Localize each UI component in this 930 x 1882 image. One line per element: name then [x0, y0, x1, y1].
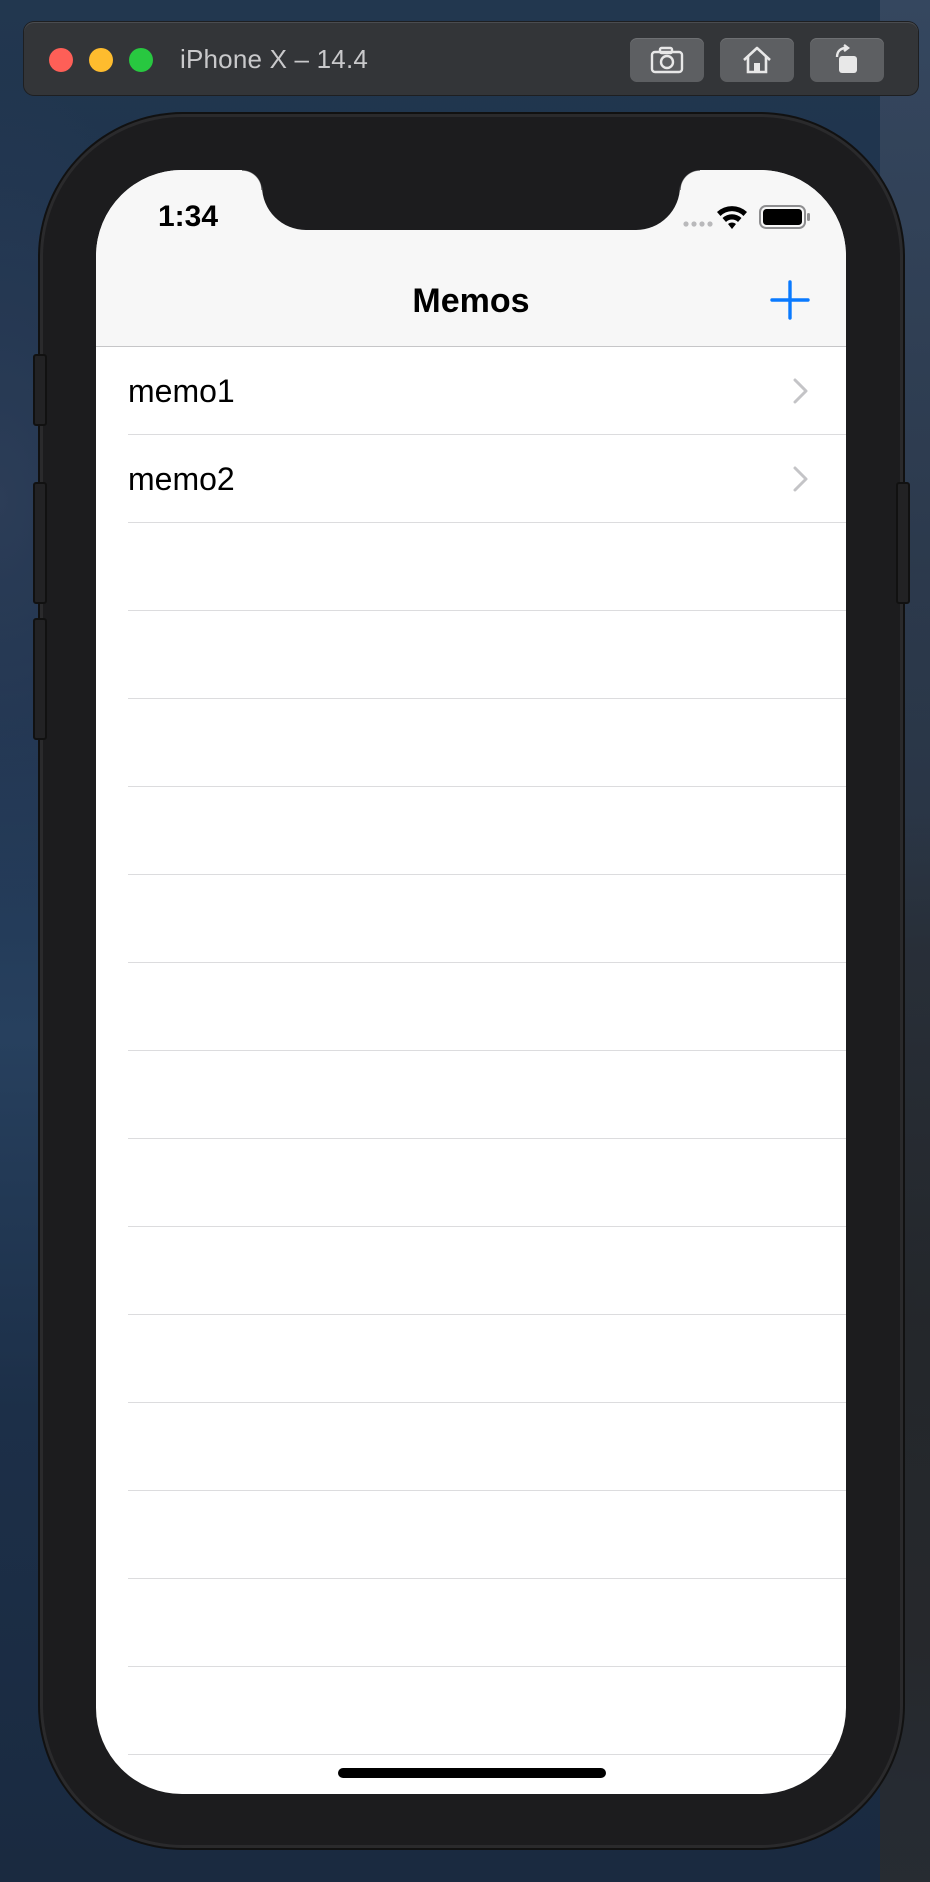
device-screen: 1:34 Memos memo1 memo2	[96, 170, 846, 1794]
memo-title: memo2	[128, 461, 235, 497]
empty-row	[128, 699, 846, 787]
rotate-icon	[835, 44, 857, 73]
volume-up-button[interactable]	[33, 482, 47, 604]
battery-icon	[759, 205, 810, 229]
empty-row	[128, 1667, 846, 1755]
camera-icon	[650, 46, 684, 74]
empty-row	[128, 523, 846, 611]
status-time: 1:34	[158, 200, 219, 233]
signal-icon	[683, 221, 713, 227]
empty-row	[128, 1315, 846, 1403]
chevron-right-icon	[793, 378, 808, 404]
power-button[interactable]	[896, 482, 910, 604]
empty-row	[128, 875, 846, 963]
empty-row	[128, 963, 846, 1051]
empty-row	[128, 787, 846, 875]
chevron-right-icon	[793, 466, 808, 492]
mute-switch[interactable]	[33, 354, 47, 426]
wifi-icon	[717, 206, 747, 229]
rotate-button[interactable]	[810, 38, 884, 82]
memo-row[interactable]: memo2	[128, 435, 846, 523]
home-button[interactable]	[720, 38, 794, 82]
empty-row	[128, 1227, 846, 1315]
empty-row	[128, 1139, 846, 1227]
status-icons	[683, 205, 810, 229]
screenshot-button[interactable]	[630, 38, 704, 82]
memo-row[interactable]: memo1	[128, 347, 846, 435]
empty-row	[128, 611, 846, 699]
notch	[242, 170, 700, 230]
home-indicator[interactable]	[338, 1768, 606, 1778]
empty-row	[128, 1579, 846, 1667]
close-window-button[interactable]	[49, 48, 73, 72]
minimize-window-button[interactable]	[89, 48, 113, 72]
empty-row	[128, 1491, 846, 1579]
empty-row	[128, 1403, 846, 1491]
plus-icon	[770, 280, 810, 320]
empty-row	[128, 1051, 846, 1139]
volume-down-button[interactable]	[33, 618, 47, 740]
add-memo-button[interactable]	[768, 278, 812, 322]
simulator-title-bar: iPhone X – 14.4	[24, 22, 918, 95]
house-icon	[743, 46, 771, 74]
page-title: Memos	[412, 282, 530, 320]
memo-title: memo1	[128, 373, 235, 409]
zoom-window-button[interactable]	[129, 48, 153, 72]
memo-list: memo1 memo2	[96, 347, 846, 1794]
simulator-title: iPhone X – 14.4	[180, 44, 369, 74]
navigation-bar: Memos	[96, 258, 846, 346]
